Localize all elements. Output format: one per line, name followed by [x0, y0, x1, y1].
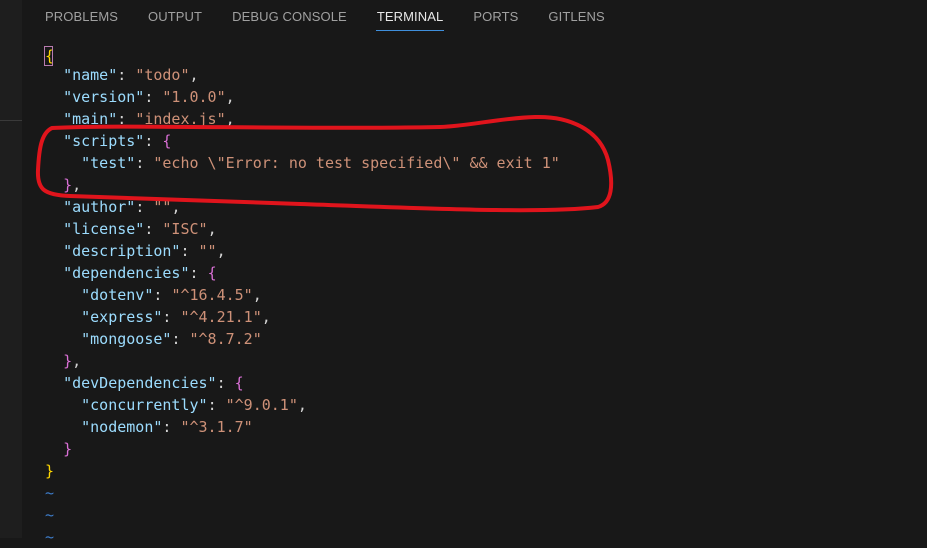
- tab-terminal[interactable]: TERMINAL: [362, 0, 459, 34]
- json-value: "": [153, 198, 172, 216]
- json-key: "express": [81, 308, 163, 326]
- json-line-open: {: [44, 42, 927, 66]
- json-value: "^9.0.1": [225, 396, 298, 414]
- json-key: "scripts": [63, 132, 145, 150]
- json-line-author: "author": "",: [63, 198, 181, 216]
- left-gutter: [0, 0, 22, 538]
- json-value: "^3.1.7": [180, 418, 253, 436]
- json-line-license: "license": "ISC",: [63, 220, 217, 238]
- json-line-dependencies: "dependencies": {: [63, 264, 217, 282]
- json-key: "dependencies": [63, 264, 190, 282]
- json-line-description: "description": "",: [63, 242, 226, 260]
- json-line-scripts-close: },: [63, 176, 82, 194]
- text-cursor: {: [44, 46, 55, 66]
- json-value: "echo \"Error: no test specified\" && ex…: [153, 154, 560, 172]
- json-key: "author": [63, 198, 136, 216]
- json-value: "1.0.0": [162, 88, 226, 106]
- closing-brace: }: [45, 462, 55, 480]
- json-key: "main": [63, 110, 118, 128]
- json-line-close: }: [45, 460, 927, 482]
- tab-debug-console[interactable]: DEBUG CONSOLE: [217, 0, 362, 34]
- json-line-test: "test": "echo \"Error: no test specified…: [81, 154, 560, 172]
- panel-tab-bar: PROBLEMS OUTPUT DEBUG CONSOLE TERMINAL P…: [30, 0, 927, 34]
- json-value: "ISC": [162, 220, 208, 238]
- tab-output[interactable]: OUTPUT: [133, 0, 217, 34]
- json-key: "mongoose": [81, 330, 172, 348]
- json-value: "^4.21.1": [180, 308, 262, 326]
- json-line-devdependencies: "devDependencies": {: [63, 374, 244, 392]
- tilde-marker: ~: [45, 528, 55, 546]
- json-key: "devDependencies": [63, 374, 217, 392]
- tab-ports[interactable]: PORTS: [458, 0, 533, 34]
- json-key: "version": [63, 88, 145, 106]
- terminal-output[interactable]: { "name": "todo", "version": "1.0.0", "m…: [44, 42, 927, 546]
- json-key: "license": [63, 220, 145, 238]
- json-value: "todo": [135, 66, 190, 84]
- json-value: "": [198, 242, 217, 260]
- gutter-divider: [0, 120, 22, 121]
- empty-line-marker: ~: [45, 504, 927, 526]
- json-line-scripts: "scripts": {: [63, 132, 172, 150]
- json-key: "concurrently": [81, 396, 208, 414]
- empty-line-marker: ~: [45, 526, 927, 548]
- json-key: "dotenv": [81, 286, 154, 304]
- json-value: "^16.4.5": [171, 286, 253, 304]
- json-line-main: "main": "index.js",: [63, 110, 235, 128]
- json-line-version: "version": "1.0.0",: [63, 88, 235, 106]
- json-key: "name": [63, 66, 118, 84]
- json-value: "^8.7.2": [189, 330, 262, 348]
- json-line-dotenv: "dotenv": "^16.4.5",: [81, 286, 262, 304]
- json-line-mongoose: "mongoose": "^8.7.2": [81, 330, 262, 348]
- json-line-dependencies-close: },: [63, 352, 82, 370]
- json-line-nodemon: "nodemon": "^3.1.7": [81, 418, 253, 436]
- tilde-marker: ~: [45, 506, 55, 524]
- json-line-devdependencies-close: }: [63, 440, 73, 458]
- json-line-express: "express": "^4.21.1",: [81, 308, 271, 326]
- tab-gitlens[interactable]: GITLENS: [533, 0, 619, 34]
- json-key: "description": [63, 242, 181, 260]
- empty-line-marker: ~: [45, 482, 927, 504]
- json-key: "nodemon": [81, 418, 163, 436]
- json-line-concurrently: "concurrently": "^9.0.1",: [81, 396, 307, 414]
- json-line-name: "name": "todo",: [63, 66, 199, 84]
- json-key: "test": [81, 154, 136, 172]
- json-value: "index.js": [135, 110, 226, 128]
- tab-problems[interactable]: PROBLEMS: [30, 0, 133, 34]
- tilde-marker: ~: [45, 484, 55, 502]
